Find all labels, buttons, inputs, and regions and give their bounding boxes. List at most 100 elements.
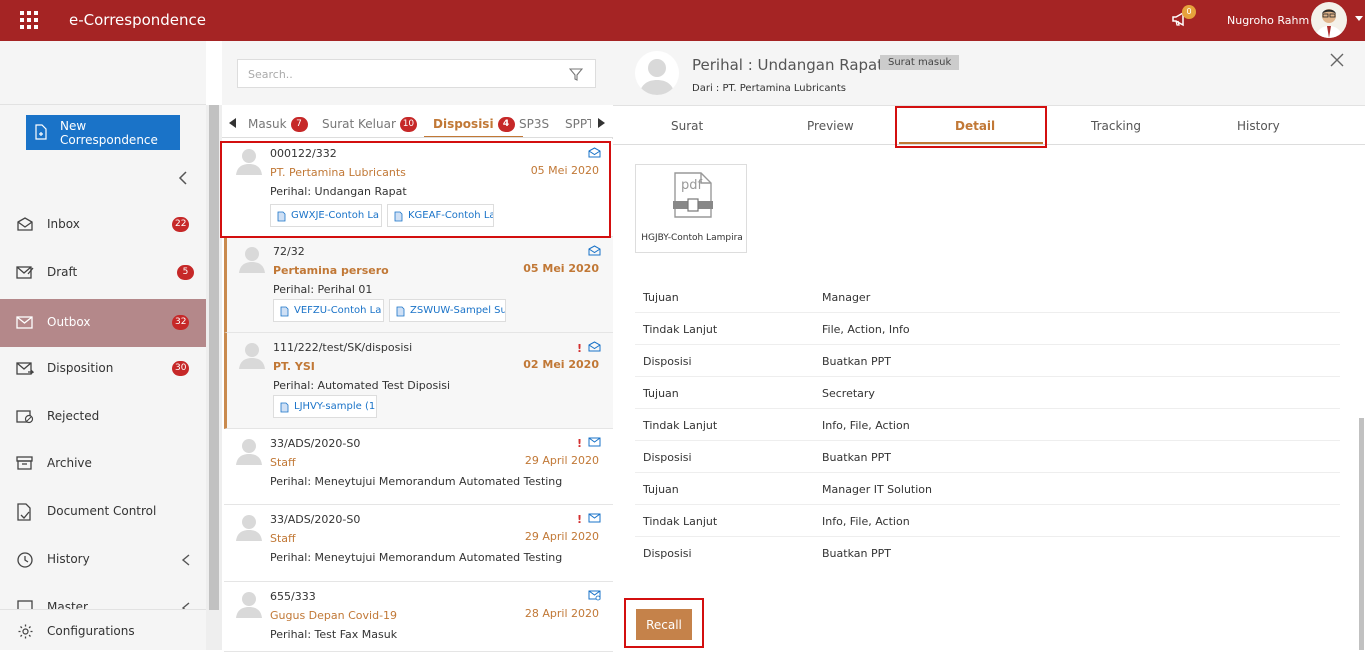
table-row: Disposisi Buatkan PPT (635, 537, 1340, 569)
collapse-sidebar-icon[interactable] (176, 171, 190, 185)
tab-disposisi[interactable]: Disposisi 4 (424, 105, 523, 137)
table-row: Disposisi Buatkan PPT (635, 345, 1340, 377)
scrollbar-thumb[interactable] (209, 105, 219, 610)
top-bar: e-Correspondence 0 Nugroho Rahm (0, 0, 1365, 41)
sidebar-item-inbox[interactable]: Inbox 22 (0, 201, 206, 249)
tab-masuk[interactable]: Masuk 7 (248, 105, 308, 137)
sender-name: PT. YSI (273, 360, 315, 373)
tab-label: SP3S (519, 117, 550, 131)
list-item[interactable]: 111/222/test/SK/disposisi PT. YSI 02 Mei… (224, 333, 613, 429)
apps-grid-icon[interactable] (20, 11, 38, 29)
search-input[interactable]: Search.. (237, 59, 596, 88)
filter-icon[interactable] (569, 68, 583, 81)
detail-header: Perihal : Undangan Rapat Surat masuk Dar… (613, 41, 1365, 106)
list-item[interactable]: 72/32 Pertamina persero 05 Mei 2020 Peri… (224, 237, 613, 333)
inbox-count-badge: 22 (172, 217, 190, 232)
attachment-chip[interactable]: VEFZU-Contoh La (273, 299, 384, 322)
sidebar-item-draft[interactable]: Draft 5 (0, 249, 206, 297)
table-row: Tindak Lanjut File, Action, Info (635, 313, 1340, 345)
tab-surat-keluar[interactable]: Surat Keluar 10 (322, 105, 417, 137)
user-avatar[interactable] (1311, 2, 1347, 38)
scrollbar-thumb[interactable] (1359, 418, 1364, 650)
tab-label: Disposisi (433, 117, 494, 131)
sidebar-item-disposition[interactable]: Disposition 30 (0, 345, 206, 393)
sidebar-item-history[interactable]: History (0, 536, 206, 584)
sidebar-item-configurations[interactable]: Configurations (0, 609, 206, 650)
outbox-icon (16, 316, 33, 329)
close-icon[interactable] (1330, 53, 1344, 67)
row-key: Tujuan (643, 483, 679, 496)
sidebar-item-label: Master (47, 600, 88, 609)
selected-item-highlight (220, 141, 611, 238)
sidebar-item-master[interactable]: Master (0, 584, 206, 609)
open-envelope-icon (588, 245, 601, 256)
sidebar-item-label: Outbox (47, 315, 91, 329)
letter-subject: Perihal: Meneytujui Memorandum Automated… (270, 475, 563, 488)
sender-avatar-icon (236, 439, 262, 465)
tab-sppt[interactable]: SPPT (565, 105, 591, 137)
tab-sp3s[interactable]: SP3S (519, 105, 550, 137)
attachment-card[interactable]: pdf HGJBY-Contoh Lampira (635, 164, 747, 253)
letter-date: 28 April 2020 (524, 607, 599, 620)
letter-date: 29 April 2020 (524, 454, 599, 467)
search-bar: Search.. (222, 41, 613, 105)
letter-number: 33/ADS/2020-S0 (270, 437, 361, 450)
row-value: Info, File, Action (822, 419, 910, 432)
tab-label: Masuk (248, 117, 287, 131)
sidebar-item-rejected[interactable]: Rejected (0, 393, 206, 441)
row-value: Manager IT Solution (822, 483, 932, 496)
row-key: Tujuan (643, 387, 679, 400)
tab-label: Surat Keluar (322, 117, 396, 131)
tabs-scroll-left-icon[interactable] (229, 118, 236, 128)
list-item[interactable]: 33/ADS/2020-S0 Staff 29 April 2020 Perih… (224, 505, 613, 582)
letter-subject: Perihal: Test Fax Masuk (270, 628, 398, 641)
letter-number: 111/222/test/SK/disposisi (273, 341, 413, 354)
detail-panel: Perihal : Undangan Rapat Surat masuk Dar… (613, 41, 1365, 650)
tab-tracking[interactable]: Tracking (1091, 119, 1141, 133)
list-item[interactable]: 33/ADS/2020-S0 Staff 29 April 2020 Perih… (224, 429, 613, 505)
row-key: Tindak Lanjut (643, 323, 718, 336)
tab-surat[interactable]: Surat (671, 119, 703, 133)
attachment-name: LJHVY-sample (1 (294, 401, 376, 412)
row-value: Secretary (822, 387, 875, 400)
configurations-label: Configurations (47, 624, 135, 638)
tab-badge: 4 (497, 117, 515, 132)
tab-label: SPPT (565, 117, 591, 131)
table-row: Tujuan Secretary (635, 377, 1340, 409)
sidebar-item-archive[interactable]: Archive (0, 440, 206, 488)
letter-number: 72/32 (273, 245, 305, 258)
sidebar-item-label: Draft (47, 265, 78, 279)
sender-avatar-icon (236, 592, 262, 618)
tab-history[interactable]: History (1237, 119, 1280, 133)
user-name[interactable]: Nugroho Rahm (1227, 14, 1309, 27)
disposition-count-badge: 30 (172, 361, 190, 376)
sidebar-item-label: History (47, 552, 90, 566)
attachment-name: VEFZU-Contoh La (294, 305, 382, 316)
envelope-icon (588, 513, 601, 523)
priority-icon: ! (576, 513, 582, 526)
priority-icon: ! (576, 342, 582, 355)
new-correspondence-button[interactable]: New Correspondence (26, 115, 180, 150)
letter-number: 655/333 (270, 590, 316, 603)
detail-subject: Perihal : Undangan Rapat (692, 56, 884, 74)
attachment-chip[interactable]: LJHVY-sample (1 (273, 395, 377, 418)
letter-date: 05 Mei 2020 (523, 262, 599, 275)
master-icon (17, 600, 33, 609)
tab-badge: 10 (399, 117, 417, 132)
sidebar-item-document-control[interactable]: Document Control (0, 488, 206, 536)
tab-preview[interactable]: Preview (807, 119, 854, 133)
open-envelope-icon (588, 341, 601, 352)
attachment-chip[interactable]: ZSWUW-Sampel Su (389, 299, 506, 322)
app-title: e-Correspondence (69, 11, 207, 29)
search-placeholder: Search.. (248, 68, 293, 81)
letter-subject: Perihal: Perihal 01 (273, 283, 373, 296)
table-row: Disposisi Buatkan PPT (635, 441, 1340, 473)
list-item[interactable]: 655/333 Gugus Depan Covid-19 28 April 20… (224, 582, 613, 652)
sidebar-item-outbox[interactable]: Outbox 32 (0, 299, 206, 347)
user-menu-caret-icon[interactable] (1355, 16, 1363, 21)
draft-icon (16, 266, 34, 279)
sidebar-item-label: Document Control (47, 504, 157, 518)
letter-date: 29 April 2020 (524, 530, 599, 543)
detail-scrollbar[interactable] (1358, 146, 1365, 650)
tabs-scroll-right-icon[interactable] (598, 118, 605, 128)
